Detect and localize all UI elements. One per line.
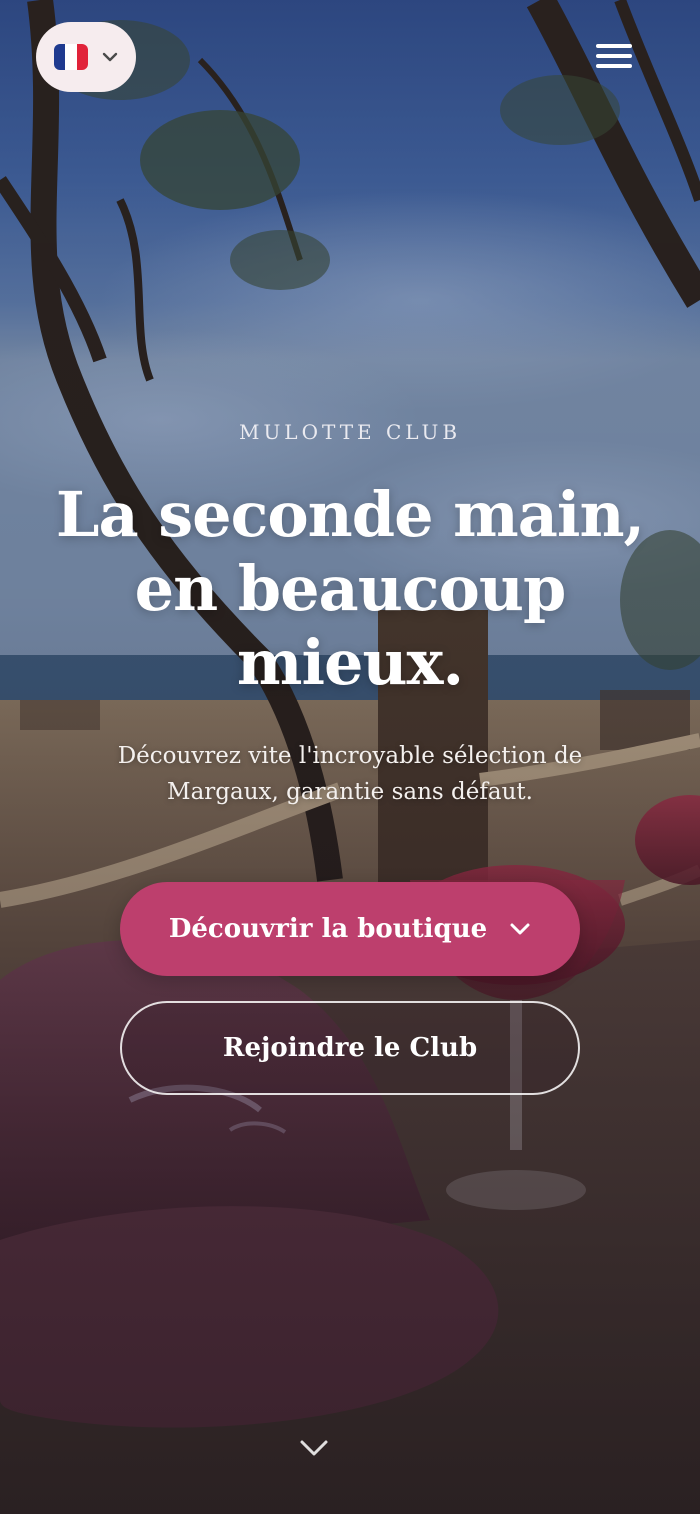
flag-france-icon [54, 44, 88, 70]
chevron-down-icon [509, 922, 531, 936]
hero-section: MULOTTE CLUB La seconde main, en beaucou… [0, 0, 700, 1514]
hero-headline: La seconde main, en beaucoup mieux. [55, 478, 645, 699]
brand-eyebrow: MULOTTE CLUB [238, 420, 462, 444]
hamburger-menu-icon[interactable] [596, 40, 632, 70]
discover-shop-button[interactable]: Découvrir la boutique [120, 882, 580, 976]
chevron-down-icon [102, 52, 118, 62]
scroll-down-icon[interactable] [296, 1432, 332, 1464]
join-club-button[interactable]: Rejoindre le Club [120, 1001, 580, 1095]
hero-subtitle: Découvrez vite l'incroyable sélection de… [117, 743, 583, 805]
discover-shop-label: Découvrir la boutique [168, 914, 488, 944]
join-club-label: Rejoindre le Club [222, 1033, 478, 1063]
language-switcher[interactable] [36, 22, 136, 92]
